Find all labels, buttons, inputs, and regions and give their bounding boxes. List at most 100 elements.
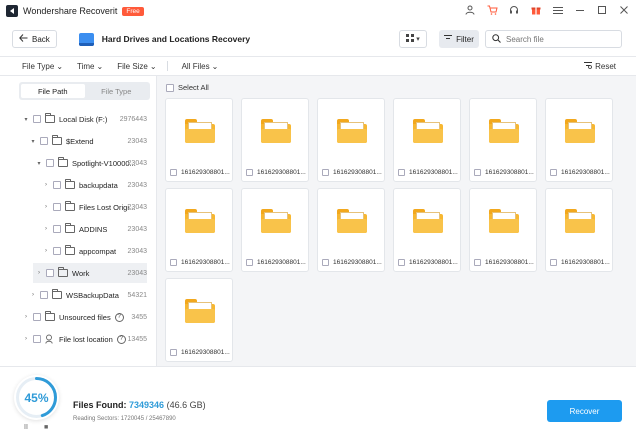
file-checkbox[interactable] [246, 259, 253, 266]
file-card[interactable]: 161629308801... [241, 188, 309, 272]
chevron-down-icon[interactable]: ▾ [29, 138, 37, 145]
filter-icon [444, 34, 453, 44]
file-checkbox[interactable] [398, 259, 405, 266]
file-card[interactable]: 161629308801... [545, 188, 613, 272]
file-checkbox[interactable] [550, 259, 557, 266]
tree-item-backupdata[interactable]: › backupdata 23043 [42, 175, 147, 195]
folder-icon [489, 209, 519, 233]
filter-label: Filter [456, 34, 474, 44]
filter-file-type[interactable]: File Type ⌄ [22, 62, 63, 71]
chevron-right-icon[interactable]: › [42, 226, 50, 232]
file-checkbox[interactable] [398, 169, 405, 176]
chevron-right-icon[interactable]: › [42, 182, 50, 188]
file-checkbox[interactable] [550, 169, 557, 176]
tree-item-unsourced-files[interactable]: › Unsourced files ? 3455 [22, 307, 147, 327]
user-icon[interactable] [464, 4, 476, 16]
chevron-right-icon[interactable]: › [29, 292, 37, 298]
gift-icon[interactable] [530, 4, 542, 16]
title-bar: Wondershare Recoverit Free [0, 0, 636, 22]
tree-item-addins[interactable]: › ADDINS 23043 [42, 219, 147, 239]
select-all-checkbox[interactable] [166, 83, 174, 92]
view-toggle-button[interactable]: ▾ [399, 30, 427, 48]
tree-item-file-lost-location[interactable]: › File lost location ? 13455 [22, 329, 147, 349]
filter-button[interactable]: Filter [439, 30, 479, 48]
file-name: 161629308801... [550, 259, 612, 266]
file-card[interactable]: 161629308801... [317, 188, 385, 272]
chevron-right-icon[interactable]: › [42, 204, 50, 210]
headset-icon[interactable] [508, 4, 520, 16]
file-checkbox[interactable] [170, 259, 177, 266]
chevron-right-icon[interactable]: › [22, 336, 30, 342]
checkbox[interactable] [46, 159, 54, 167]
folder-icon [58, 267, 68, 277]
file-checkbox[interactable] [474, 169, 481, 176]
file-name: 161629308801... [398, 259, 460, 266]
chevron-down-icon[interactable]: ▾ [22, 116, 30, 123]
maximize-icon[interactable] [596, 4, 608, 16]
tree-item-local-disk[interactable]: ▾ Local Disk (F:) 2976443 [22, 109, 147, 129]
tree-item-extend[interactable]: ▾ $Extend 23043 [29, 131, 147, 151]
checkbox[interactable] [53, 203, 61, 211]
file-card[interactable]: 161629308801... [165, 278, 233, 362]
back-button[interactable]: Back [12, 30, 57, 48]
free-badge[interactable]: Free [122, 6, 144, 16]
help-icon[interactable]: ? [116, 334, 126, 344]
filter-all-files[interactable]: All Files ⌄ [182, 62, 219, 71]
file-checkbox[interactable] [246, 169, 253, 176]
file-name: 161629308801... [322, 169, 384, 176]
help-icon[interactable]: ? [114, 312, 124, 322]
file-card[interactable]: 161629308801... [469, 98, 537, 182]
cart-icon[interactable] [486, 4, 498, 16]
reset-button[interactable]: Reset [584, 61, 616, 71]
select-all[interactable]: Select All [166, 83, 209, 92]
file-name: 161629308801... [246, 169, 308, 176]
tree-item-spotlight[interactable]: ▾ Spotlight-V10000... 23043 [35, 153, 147, 173]
chevron-right-icon[interactable]: › [42, 248, 50, 254]
file-checkbox[interactable] [474, 259, 481, 266]
search-input[interactable] [506, 34, 616, 44]
filter-file-size[interactable]: File Size ⌄ [117, 62, 156, 71]
progress-ring: 45% [14, 375, 59, 420]
file-checkbox[interactable] [322, 259, 329, 266]
tab-file-type[interactable]: File Type [85, 84, 149, 98]
checkbox[interactable] [53, 181, 61, 189]
file-card[interactable]: 161629308801... [165, 188, 233, 272]
tree-item-files-lost-original[interactable]: › Files Lost Origi... 23043 [42, 197, 147, 217]
checkbox[interactable] [40, 291, 48, 299]
checkbox[interactable] [53, 225, 61, 233]
folder-icon [52, 289, 62, 299]
file-card[interactable]: 161629308801... [393, 98, 461, 182]
checkbox[interactable] [33, 335, 41, 343]
search-box[interactable] [485, 30, 622, 48]
recover-button[interactable]: Recover [547, 400, 622, 422]
chevron-right-icon[interactable]: › [22, 314, 30, 320]
chevron-down-icon[interactable]: ▾ [35, 160, 43, 167]
pause-button[interactable]: II [24, 424, 28, 431]
sidebar-view-tabs: File Path File Type [19, 82, 150, 100]
minimize-icon[interactable] [574, 4, 586, 16]
checkbox[interactable] [33, 313, 41, 321]
file-card[interactable]: 161629308801... [545, 98, 613, 182]
close-icon[interactable] [618, 4, 630, 16]
file-card[interactable]: 161629308801... [317, 98, 385, 182]
file-card[interactable]: 161629308801... [165, 98, 233, 182]
file-card[interactable]: 161629308801... [469, 188, 537, 272]
stop-button[interactable]: ■ [44, 424, 48, 431]
file-checkbox[interactable] [170, 169, 177, 176]
tab-file-path[interactable]: File Path [21, 84, 85, 98]
chevron-right-icon[interactable]: › [35, 270, 43, 276]
checkbox[interactable] [40, 137, 48, 145]
checkbox[interactable] [46, 269, 54, 277]
file-checkbox[interactable] [170, 349, 177, 356]
checkbox[interactable] [53, 247, 61, 255]
file-checkbox[interactable] [322, 169, 329, 176]
tree-item-appcompat[interactable]: › appcompat 23043 [42, 241, 147, 261]
filter-time[interactable]: Time ⌄ [77, 62, 103, 71]
menu-icon[interactable] [552, 4, 564, 16]
file-card[interactable]: 161629308801... [241, 98, 309, 182]
checkbox[interactable] [33, 115, 41, 123]
tree-item-wsbackupdata[interactable]: › WSBackupData 54321 [29, 285, 147, 305]
file-card[interactable]: 161629308801... [393, 188, 461, 272]
file-name: 161629308801... [170, 169, 232, 176]
tree-item-work[interactable]: › Work 23043 [33, 263, 147, 283]
